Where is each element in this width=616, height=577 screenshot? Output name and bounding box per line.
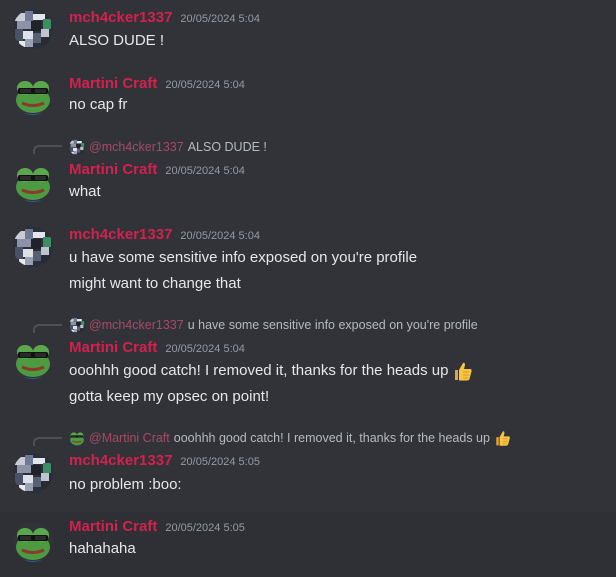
reply-connector (33, 437, 62, 446)
message[interactable]: Martini Craft 20/05/2024 5:05 hahahaha (0, 512, 616, 577)
message[interactable]: @Martini Craft ooohhh good catch! I remo… (0, 420, 616, 512)
pixel-glitch-avatar-icon (13, 453, 53, 493)
avatar[interactable] (13, 9, 53, 49)
timestamp[interactable]: 20/05/2024 5:04 (180, 13, 260, 25)
username[interactable]: Martini Craft (69, 518, 157, 535)
avatar[interactable] (13, 453, 53, 493)
message-text: gotta keep my opsec on point! (69, 388, 270, 405)
username[interactable]: Martini Craft (69, 339, 157, 356)
message-text: ooohhh good catch! I removed it, thanks … (69, 360, 473, 382)
reply-mention[interactable]: @mch4cker1337 (89, 318, 184, 332)
pepe-frog-sunglasses-icon (13, 522, 53, 562)
username[interactable]: Martini Craft (69, 161, 157, 178)
message-text-content: ooohhh good catch! I removed it, thanks … (69, 361, 449, 379)
message-text: what (69, 183, 101, 200)
message-text: might want to change that (69, 275, 241, 292)
timestamp[interactable]: 20/05/2024 5:04 (165, 343, 245, 355)
reply-mention[interactable]: @mch4cker1337 (89, 140, 184, 154)
pepe-frog-sunglasses-icon (13, 162, 53, 202)
pixel-glitch-avatar-icon (13, 227, 53, 267)
timestamp[interactable]: 20/05/2024 5:04 (165, 165, 245, 177)
avatar[interactable] (13, 75, 53, 115)
avatar[interactable] (13, 522, 53, 562)
pepe-frog-sunglasses-icon (13, 75, 53, 115)
message-text: ALSO DUDE ! (69, 32, 165, 49)
reply-text[interactable]: ALSO DUDE ! (188, 140, 267, 154)
username[interactable]: mch4cker1337 (69, 9, 172, 26)
message-text: no cap fr (69, 96, 128, 113)
message[interactable]: Martini Craft 20/05/2024 5:04 no cap fr (0, 64, 616, 128)
pixel-glitch-avatar-icon (69, 317, 85, 333)
reply-preview[interactable]: @Martini Craft ooohhh good catch! I remo… (69, 429, 511, 447)
message-text: u have some sensitive info exposed on yo… (69, 249, 418, 266)
timestamp[interactable]: 20/05/2024 5:05 (165, 522, 245, 534)
username[interactable]: Martini Craft (69, 75, 157, 92)
timestamp[interactable]: 20/05/2024 5:04 (180, 230, 260, 242)
message[interactable]: @mch4cker1337 u have some sensitive info… (0, 308, 616, 420)
pepe-frog-sunglasses-icon (69, 430, 85, 446)
thumbs-up-icon (493, 429, 511, 447)
pepe-frog-sunglasses-icon (13, 339, 53, 379)
message-text: hahahaha (69, 540, 136, 557)
reply-connector (33, 145, 62, 154)
timestamp[interactable]: 20/05/2024 5:04 (165, 79, 245, 91)
reply-preview[interactable]: @mch4cker1337 u have some sensitive info… (69, 316, 478, 334)
reply-text[interactable]: u have some sensitive info exposed on yo… (188, 318, 478, 332)
username[interactable]: mch4cker1337 (69, 226, 172, 243)
message[interactable]: mch4cker1337 20/05/2024 5:04 u have some… (0, 218, 616, 308)
message[interactable]: mch4cker1337 20/05/2024 5:04 ALSO DUDE ! (0, 0, 616, 64)
message-text: no problem :boo: (69, 476, 182, 493)
reply-text[interactable]: ooohhh good catch! I removed it, thanks … (174, 431, 490, 445)
pixel-glitch-avatar-icon (13, 9, 53, 49)
avatar[interactable] (13, 162, 53, 202)
reply-connector (33, 324, 62, 333)
timestamp[interactable]: 20/05/2024 5:05 (180, 456, 260, 468)
message[interactable]: @mch4cker1337 ALSO DUDE ! Martini Craft … (0, 128, 616, 218)
thumbs-up-icon (451, 360, 473, 382)
pixel-glitch-avatar-icon (69, 139, 85, 155)
avatar[interactable] (13, 227, 53, 267)
username[interactable]: mch4cker1337 (69, 452, 172, 469)
avatar[interactable] (13, 339, 53, 379)
reply-preview[interactable]: @mch4cker1337 ALSO DUDE ! (69, 138, 267, 156)
reply-mention[interactable]: @Martini Craft (89, 431, 170, 445)
